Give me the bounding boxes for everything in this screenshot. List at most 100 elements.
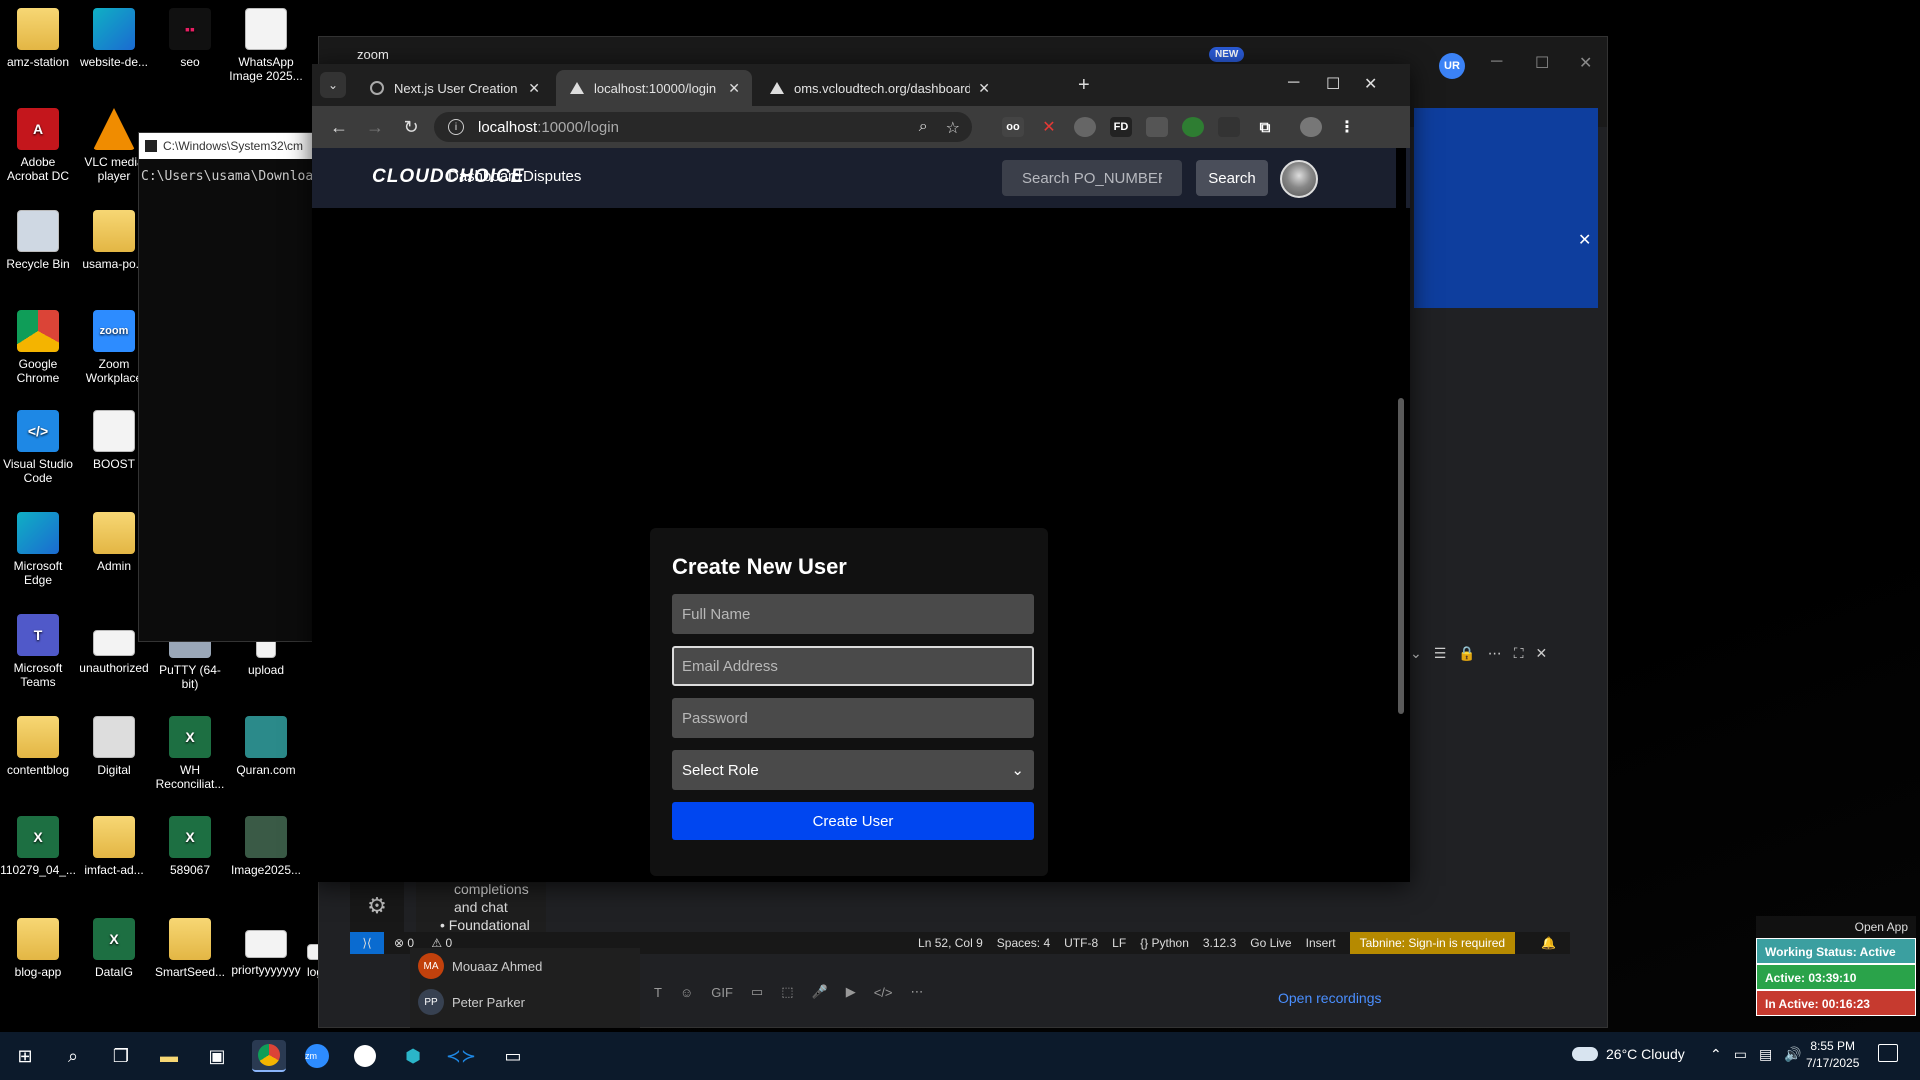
task-view-icon[interactable]: ❐ — [104, 1040, 138, 1072]
desktop-icon-contentblog[interactable]: contentblog — [0, 716, 76, 777]
emoji-icon[interactable]: ☺ — [680, 985, 693, 1000]
maximize-icon[interactable]: ☐ — [1535, 53, 1549, 73]
close-icon[interactable]: ✕ — [528, 80, 540, 97]
search-button[interactable]: Search — [1196, 160, 1268, 196]
close-icon[interactable]: ✕ — [1536, 645, 1548, 662]
maximize-icon[interactable]: ⛶ — [1514, 645, 1524, 662]
cursor-position[interactable]: Ln 52, Col 9 — [918, 936, 983, 950]
tabnine-status[interactable]: Tabnine: Sign-in is required — [1349, 932, 1516, 954]
desktop-icon-blog-app[interactable]: blog-app — [0, 918, 76, 979]
desktop-icon-website-de[interactable]: website-de... — [76, 8, 152, 69]
zoom-user-avatar[interactable]: UR — [1439, 53, 1465, 79]
more-icon[interactable]: ⋯ — [1488, 645, 1502, 662]
desktop-icon-recycle-bin[interactable]: Recycle Bin — [0, 210, 76, 271]
close-icon[interactable]: ✕ — [1364, 74, 1377, 94]
encoding[interactable]: UTF-8 — [1064, 936, 1098, 950]
nav-dashboard[interactable]: Dashboard — [448, 168, 521, 185]
open-app-link[interactable]: Open App — [1756, 916, 1916, 938]
desktop-icon-vscode[interactable]: </> Visual Studio Code — [0, 410, 76, 485]
desktop-icon-imfact-ad[interactable]: imfact-ad... — [76, 816, 152, 877]
more-icon[interactable]: ⋯ — [910, 984, 923, 1000]
desktop-icon-chrome[interactable]: Google Chrome — [0, 310, 76, 385]
forward-icon[interactable]: → — [366, 117, 384, 138]
network-icon[interactable]: ▤ — [1759, 1046, 1772, 1063]
notification-icon[interactable] — [1878, 1044, 1898, 1062]
desktop-icon-dataig[interactable]: X DataIG — [76, 918, 152, 979]
battery-icon[interactable]: ▭ — [1734, 1046, 1747, 1063]
weather-widget[interactable]: 26°C Cloudy — [1572, 1046, 1685, 1062]
python-version[interactable]: 3.12.3 — [1203, 936, 1236, 950]
desktop-icon-quran[interactable]: Quran.com — [228, 716, 304, 777]
close-icon[interactable]: ✕ — [1578, 230, 1591, 250]
close-icon[interactable]: ✕ — [1579, 53, 1592, 73]
desktop-icon-589067[interactable]: X 589067 — [152, 816, 228, 877]
role-select[interactable]: Select Role ⌄ — [672, 750, 1034, 790]
desktop-icon-teams[interactable]: T Microsoft Teams — [0, 614, 76, 689]
profile-avatar[interactable] — [1300, 117, 1322, 137]
volume-icon[interactable]: 🔊 — [1784, 1046, 1801, 1063]
desktop-icon-whatsapp-image[interactable]: WhatsApp Image 2025... — [228, 8, 304, 83]
desktop-icon-digital[interactable]: Digital — [76, 716, 152, 777]
close-icon[interactable]: ✕ — [978, 80, 990, 97]
maximize-icon[interactable]: ☐ — [1326, 74, 1340, 94]
store-icon[interactable]: ▣ — [200, 1040, 234, 1072]
desktop-icon-seo[interactable]: ▪▪ seo — [152, 8, 228, 69]
cast-extension-icon[interactable] — [1218, 117, 1240, 137]
desktop-icon-image2025[interactable]: Image2025... — [228, 816, 304, 877]
chat-item[interactable]: MA Mouaaz Ahmed — [410, 948, 640, 984]
minimize-icon[interactable]: ─ — [1288, 74, 1299, 92]
chevron-down-icon[interactable]: ⌄ — [1410, 645, 1422, 662]
close-icon[interactable]: ✕ — [728, 80, 740, 97]
taskbar-hexagon-app-icon[interactable]: ⬢ — [396, 1040, 430, 1072]
globe-extension-icon[interactable] — [1074, 117, 1096, 137]
remote-icon[interactable]: ⟩⟨ — [350, 932, 384, 954]
desktop-icon-edge[interactable]: Microsoft Edge — [0, 512, 76, 587]
windows-start-icon[interactable]: ⊞ — [8, 1040, 42, 1072]
go-live[interactable]: Go Live — [1250, 936, 1291, 950]
video-icon[interactable]: ▶ — [846, 984, 856, 1000]
language-mode[interactable]: {} Python — [1140, 936, 1189, 950]
desktop-icon-110279[interactable]: X 110279_04_... — [0, 816, 76, 877]
new-tab-icon[interactable]: + — [1078, 74, 1090, 97]
bell-icon[interactable]: 🔔 — [1541, 936, 1556, 950]
clock[interactable]: 8:55 PM 7/17/2025 — [1806, 1038, 1859, 1072]
puzzle-extensions-icon[interactable]: ⧉ — [1254, 117, 1276, 137]
lock-icon[interactable]: 🔒 — [1458, 645, 1475, 662]
user-avatar[interactable] — [1280, 160, 1318, 198]
chat-item[interactable]: PP Peter Parker — [410, 984, 640, 1020]
taskbar-vscode-icon[interactable]: ≺≻ — [444, 1040, 478, 1072]
indentation[interactable]: Spaces: 4 — [997, 936, 1050, 950]
text-format-icon[interactable]: T — [654, 985, 662, 1000]
tab-nextjs-form[interactable]: Next.js User Creation Form ✕ — [356, 70, 552, 106]
zoom-magnifier-icon[interactable]: ⌕ — [919, 118, 928, 138]
mic-icon[interactable]: 🎤 — [812, 984, 828, 1000]
taskbar-app-icon[interactable] — [348, 1040, 382, 1072]
file-icon[interactable]: ▭ — [751, 984, 763, 1000]
image-extension-icon[interactable] — [1146, 117, 1168, 137]
email-address-input[interactable] — [672, 646, 1034, 686]
line-ending[interactable]: LF — [1112, 936, 1126, 950]
scrollbar-thumb[interactable] — [1398, 398, 1404, 714]
open-recordings-link[interactable]: Open recordings — [1278, 990, 1382, 1006]
green-extension-icon[interactable] — [1182, 117, 1204, 137]
glasses-extension-icon[interactable]: oo — [1002, 117, 1024, 137]
desktop-icon-wh-reconciliat[interactable]: X WH Reconciliat... — [152, 716, 228, 791]
search-icon[interactable]: ⌕ — [56, 1040, 90, 1072]
tab-localhost-login[interactable]: localhost:10000/login ✕ — [556, 70, 752, 106]
nav-disputes[interactable]: Disputes — [523, 168, 581, 185]
settings-gear-icon[interactable]: ⚙ — [350, 880, 404, 932]
tab-search-icon[interactable]: ⌄ — [320, 72, 346, 98]
password-input[interactable] — [672, 698, 1034, 738]
fd-extension-icon[interactable]: FD — [1110, 117, 1132, 137]
page-scrollbar[interactable] — [1396, 148, 1406, 874]
desktop-icon-smartseed[interactable]: SmartSeed... — [152, 918, 228, 979]
kebab-menu-icon[interactable]: ⋮ — [1336, 117, 1358, 137]
bookmark-star-icon[interactable]: ☆ — [946, 118, 960, 138]
list-icon[interactable]: ☰ — [1434, 645, 1447, 662]
po-number-search-input[interactable] — [1002, 160, 1182, 196]
code-icon[interactable]: </> — [874, 985, 893, 1000]
screenshot-icon[interactable]: ⬚ — [781, 984, 793, 1000]
minimize-icon[interactable]: ─ — [1491, 53, 1502, 71]
reload-icon[interactable]: ↻ — [402, 117, 420, 138]
taskbar-zoom-icon[interactable]: zm — [300, 1040, 334, 1072]
